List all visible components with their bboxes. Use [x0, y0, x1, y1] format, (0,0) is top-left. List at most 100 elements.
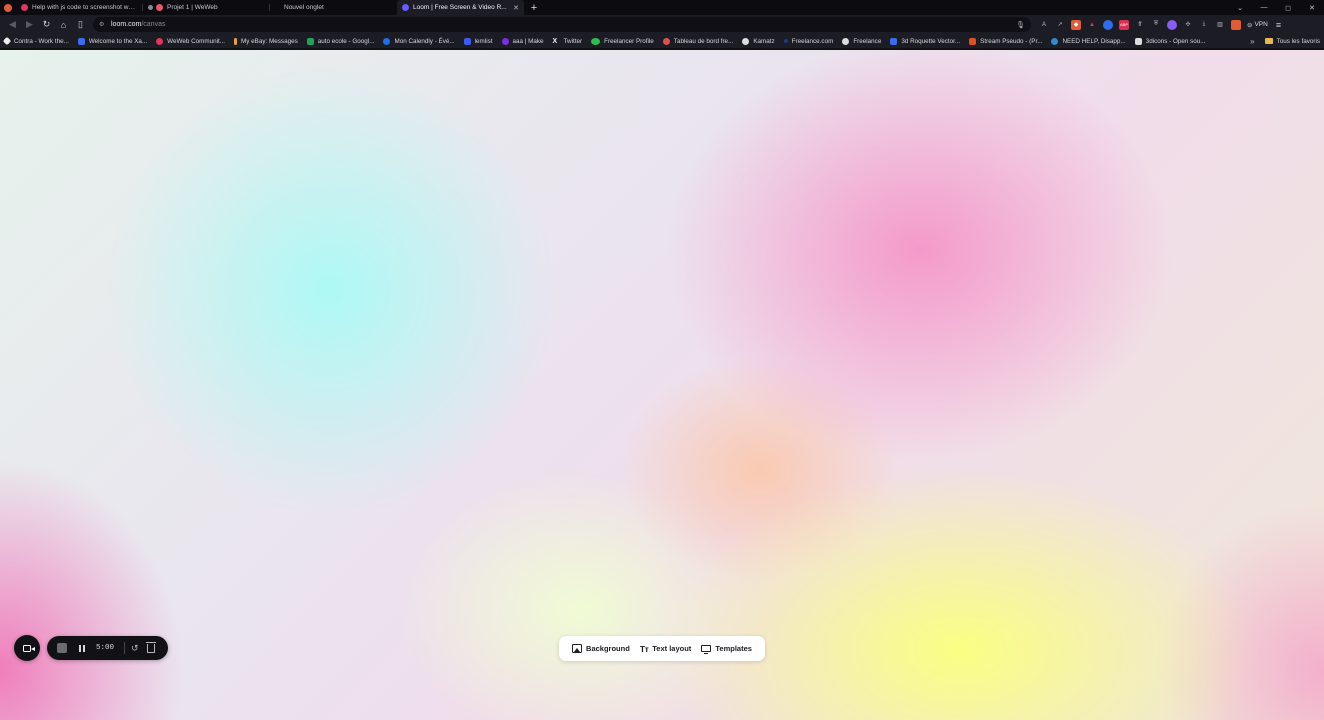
bookmark-kamatz[interactable]: Kamatz [742, 37, 775, 45]
adblock-icon[interactable]: ABP [1119, 19, 1129, 30]
text-layout-label: Text layout [652, 644, 692, 653]
pause-icon[interactable] [79, 644, 85, 652]
home-icon[interactable]: ⌂ [55, 16, 72, 33]
stop-icon[interactable] [57, 643, 67, 653]
bookmark-label: Twitter [563, 37, 583, 45]
close-tab-icon[interactable]: ✕ [513, 4, 519, 12]
folder-icon [1264, 38, 1273, 44]
bookmark-label: 3d Roquette Vector... [901, 37, 961, 45]
bookmark-lemlist[interactable]: lemlist [463, 37, 493, 45]
extensions-area: A ↗ ◆ ▲ ABP ff ⛨ ✣ ⤓ ▥ [1039, 19, 1241, 30]
brave-menu-icon[interactable] [0, 0, 16, 15]
close-window-button[interactable]: ✕ [1300, 0, 1324, 15]
image-icon [572, 644, 583, 653]
bookmark-xano[interactable]: Welcome to the Xa... [77, 37, 147, 45]
reload-icon[interactable]: ↻ [38, 16, 55, 33]
bookmark-make[interactable]: aaa | Make [501, 37, 544, 45]
bookmark-need-help[interactable]: NEED HELP, Disapp... [1051, 37, 1126, 45]
camera-toggle-button[interactable] [14, 635, 40, 661]
recording-controls: 5:00 ↺ [47, 636, 168, 660]
bookmark-favicon-icon [383, 37, 391, 45]
bookmark-favicon-icon [234, 37, 238, 45]
extension-icon[interactable]: ff [1135, 20, 1145, 30]
tab-new[interactable]: Nouvel onglet [270, 0, 397, 15]
loom-canvas [0, 50, 1324, 720]
bookmark-freelancer-profile[interactable]: Freelancer Profile [591, 37, 654, 45]
microphone-icon[interactable]: 🎙 [1016, 21, 1025, 29]
bookmark-twitter[interactable]: X Twitter [553, 38, 583, 45]
vpn-button[interactable]: ⊖ VPN [1247, 21, 1268, 29]
bookmark-label: auto ecole - Googl... [317, 37, 375, 45]
puzzle-icon[interactable]: ✣ [1183, 20, 1193, 30]
bookmark-calendly[interactable]: Mon Calendly - Évé... [383, 37, 455, 45]
bookmark-label: Freelance.com [791, 37, 834, 45]
bookmark-favicon-icon [1051, 37, 1059, 45]
bookmark-contra[interactable]: Contra - Work the... [2, 36, 69, 46]
divider [124, 642, 126, 654]
extension-icon[interactable] [1167, 19, 1177, 30]
address-bar[interactable]: ⚙ loom.com /canvas 🎙 [93, 17, 1031, 32]
bookmark-favicon-icon [1134, 37, 1142, 45]
new-tab-button[interactable]: + [524, 0, 544, 15]
tab-loom[interactable]: Loom | Free Screen & Video R... ✕ [397, 0, 524, 15]
canvas-toolbar: Background Tт Text layout Templates [559, 636, 765, 661]
bookmark-label: Tableau de bord fre... [673, 37, 734, 45]
bookmark-label: WeWeb Communit... [167, 37, 226, 45]
forward-icon[interactable]: ▶ [21, 16, 38, 33]
bookmark-weweb[interactable]: WeWeb Communit... [156, 37, 226, 45]
templates-button[interactable]: Templates [701, 644, 752, 654]
shield-icon[interactable]: ⛨ [1151, 20, 1161, 30]
all-bookmarks-folder[interactable]: Tous les favoris [1264, 38, 1320, 45]
tab-title: Nouvel onglet [284, 4, 324, 11]
templates-label: Templates [715, 644, 752, 653]
menu-icon[interactable]: ≡ [1276, 20, 1281, 30]
bookmark-auto-ecole[interactable]: auto ecole - Googl... [306, 37, 375, 45]
bookmark-label: Freelancer Profile [604, 37, 654, 45]
bookmark-icon[interactable]: ▯ [72, 16, 89, 33]
tab-favicon-icon [21, 4, 28, 11]
background-button[interactable]: Background [572, 644, 630, 653]
sidebar-icon[interactable]: ▥ [1215, 20, 1225, 30]
back-icon[interactable]: ◀ [4, 16, 21, 33]
trash-icon[interactable] [145, 641, 156, 653]
extension-icon[interactable] [1103, 19, 1113, 30]
bookmark-freelance[interactable]: Freelance [842, 37, 881, 45]
navigation-bar: ◀ ▶ ↻ ⌂ ▯ ⚙ loom.com /canvas 🎙 A ↗ ◆ ▲ A… [0, 15, 1324, 34]
bookmark-favicon-icon [463, 37, 471, 45]
bookmark-favicon-icon [306, 37, 314, 45]
vpn-label: VPN [1254, 21, 1268, 28]
bookmark-stream-pseudo[interactable]: Stream Pseudo - (Pr... [969, 37, 1042, 45]
translate-icon[interactable]: A [1039, 20, 1049, 30]
restart-icon[interactable]: ↺ [131, 643, 139, 654]
bookmark-favicon-icon [842, 37, 850, 45]
bookmark-freelance-com[interactable]: Freelance.com [783, 37, 834, 45]
share-icon[interactable]: ↗ [1055, 20, 1065, 30]
tab-search-icon[interactable]: ⌄ [1228, 0, 1252, 15]
background-label: Background [586, 644, 630, 653]
bookmark-tableau-de-bord[interactable]: Tableau de bord fre... [662, 37, 734, 45]
minimize-button[interactable]: — [1252, 0, 1276, 15]
bookmark-label: My eBay: Messages [241, 37, 298, 45]
bookmark-3d-roquette[interactable]: 3d Roquette Vector... [890, 37, 961, 45]
bookmarks-overflow-icon[interactable]: » [1250, 37, 1254, 46]
url-path: /canvas [141, 21, 166, 28]
site-info-icon[interactable]: ⚙ [99, 21, 106, 28]
tab-title: Loom | Free Screen & Video R... [413, 4, 507, 11]
brave-rewards-icon[interactable]: ▲ [1087, 20, 1097, 30]
maximize-button[interactable]: ◻ [1276, 0, 1300, 15]
bookmark-label: aaa | Make [512, 37, 544, 45]
text-layout-button[interactable]: Tт Text layout [640, 644, 691, 654]
wallet-icon[interactable] [1231, 19, 1241, 30]
download-icon[interactable]: ⤓ [1199, 20, 1209, 30]
brave-shields-icon[interactable]: ◆ [1071, 19, 1081, 30]
bookmark-3dicons[interactable]: 3dicons - Open sou... [1134, 37, 1206, 45]
weweb-favicon-icon [156, 4, 163, 11]
video-camera-icon [23, 644, 35, 652]
tab-help-js[interactable]: Help with js code to screenshot webc... [16, 0, 143, 15]
bookmark-label: lemlist [474, 37, 493, 45]
bookmark-label: Contra - Work the... [14, 37, 69, 45]
bookmark-label: 3dicons - Open sou... [1145, 37, 1206, 45]
window-controls: ⌄ — ◻ ✕ [1228, 0, 1324, 15]
tab-projet-weweb[interactable]: Projet 1 | WeWeb [143, 0, 270, 15]
bookmark-ebay[interactable]: My eBay: Messages [234, 37, 298, 45]
